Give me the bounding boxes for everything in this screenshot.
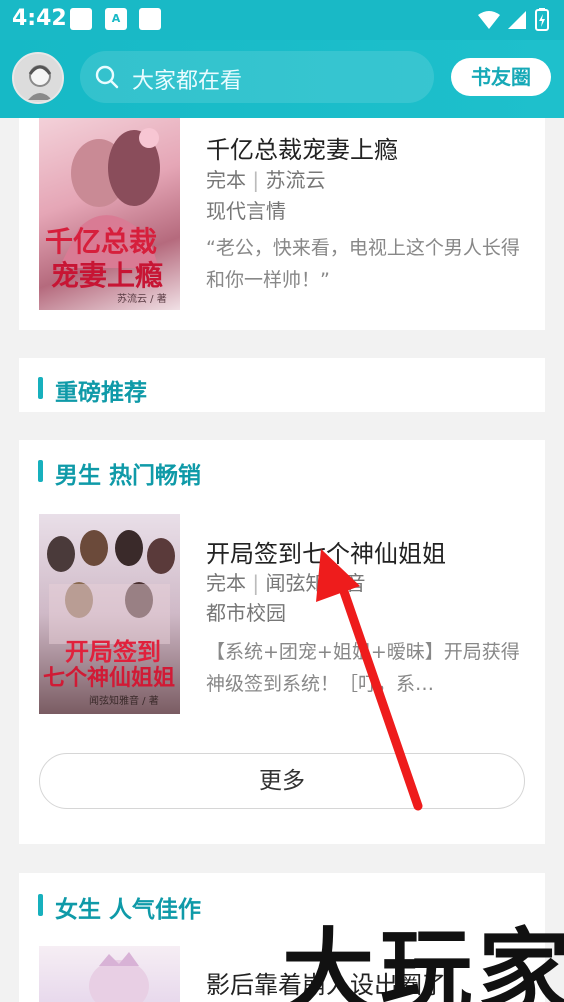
book-cover[interactable] <box>39 946 180 1002</box>
book-cover[interactable]: 千亿总裁 宠妻上瘾 苏流云 / 著 <box>39 118 180 310</box>
section-title: 重磅推荐 <box>55 380 147 406</box>
book-title[interactable]: 开局签到七个神仙姐姐 <box>206 534 446 569</box>
book-status: 完本 <box>206 168 246 192</box>
book-author: 苏流云 <box>265 168 326 192</box>
section-featured: 重磅推荐 <box>19 358 545 412</box>
book-status: 完本 <box>206 571 246 595</box>
cover-title: 七个神仙姐姐 <box>43 665 176 691</box>
book-meta: 完本 | 闻弦知雅音 <box>206 567 365 596</box>
more-button[interactable]: 更多 <box>39 753 525 809</box>
wifi-icon <box>478 11 500 29</box>
book-card[interactable]: 千亿总裁 宠妻上瘾 苏流云 / 著 千亿总裁宠妻上瘾 完本 | 苏流云 现代言情… <box>19 118 545 330</box>
app-notification-icon: A <box>105 8 127 30</box>
notification-icon <box>139 8 161 30</box>
cover-title: 宠妻上瘾 <box>51 259 164 292</box>
book-description: 【系统+团宠+姐姐+暧昧】开局获得神级签到系统！［叮，系… <box>206 641 520 695</box>
book-description: “老公，快来看，电视上这个男人长得和你一样帅！” <box>206 237 520 291</box>
section-marker <box>38 377 43 399</box>
status-time: 4:42 <box>12 6 67 31</box>
section-marker <box>38 894 43 916</box>
book-meta: 完本 | 苏流云 <box>206 164 325 193</box>
search-placeholder: 大家都在看 <box>132 69 243 94</box>
book-cover[interactable]: 开局签到 七个神仙姐姐 闻弦知雅音 / 著 <box>39 514 180 714</box>
section-title: 男生 热门畅销 <box>55 463 202 489</box>
app-header: 大家都在看 书友圈 <box>0 40 564 118</box>
notification-icon <box>70 8 92 30</box>
meta-divider: | <box>252 571 266 595</box>
section-marker <box>38 460 43 482</box>
cover-author: 苏流云 / 著 <box>117 294 167 305</box>
meta-divider: | <box>252 168 266 192</box>
book-author: 闻弦知雅音 <box>265 571 366 595</box>
cell-signal-icon <box>508 11 526 29</box>
watermark-text: 大玩家 <box>282 919 564 1002</box>
book-friends-circle-button[interactable]: 书友圈 <box>451 58 551 96</box>
section-title: 女生 人气佳作 <box>55 897 202 923</box>
search-icon <box>95 65 119 89</box>
book-title[interactable]: 千亿总裁宠妻上瘾 <box>206 130 398 165</box>
book-category: 都市校园 <box>206 601 286 625</box>
book-category: 现代言情 <box>206 199 286 223</box>
user-avatar[interactable] <box>12 52 64 104</box>
status-bar: 4:42 A <box>0 0 564 40</box>
section-male-hot: 男生 热门畅销 开局签到 七个神仙姐姐 闻弦知雅音 / 著 开局签到七个神仙姐姐… <box>19 440 545 844</box>
avatar-icon <box>14 54 62 102</box>
search-bar[interactable]: 大家都在看 <box>80 51 434 103</box>
signal-battery-icons <box>478 8 549 31</box>
cover-author: 闻弦知雅音 / 著 <box>89 696 159 707</box>
cover-illustration <box>89 952 149 1002</box>
